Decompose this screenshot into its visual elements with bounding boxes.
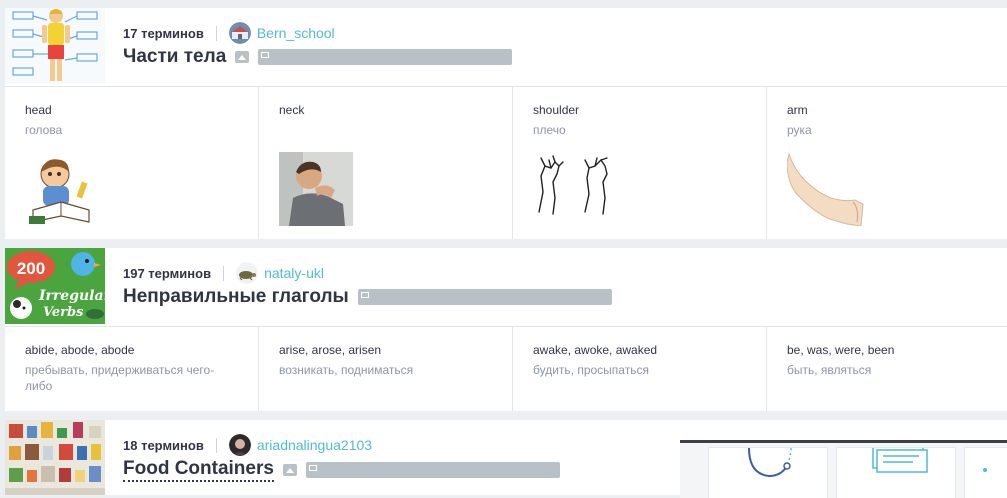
set-header: 200 Irregular Verbs 197 терминов nataly-… xyxy=(5,248,1007,327)
set-title[interactable]: Food Containers xyxy=(123,458,274,482)
shoulder-sketch xyxy=(538,155,608,215)
card-term: neck xyxy=(279,103,305,117)
set-title-row: Неправильные глаголы xyxy=(123,286,612,308)
diagram-icon xyxy=(258,49,513,65)
term-card[interactable]: neck xyxy=(259,87,513,239)
card-term: shoulder xyxy=(533,103,580,117)
diagram-icon xyxy=(305,462,560,478)
set-header: 17 терминов Bern_school Части тела xyxy=(5,8,1007,87)
card-term: be, was, were, been xyxy=(787,343,895,357)
image-icon xyxy=(235,51,250,63)
term-card[interactable]: abide, abode, abode пребывать, придержив… xyxy=(5,327,259,411)
term-card[interactable]: arise, arose, arisen возникать, поднимат… xyxy=(259,327,513,411)
author-avatar[interactable] xyxy=(228,434,251,456)
card-definition xyxy=(279,122,492,138)
term-card[interactable]: be, was, were, been быть, являться xyxy=(767,327,1007,411)
boy-reading-illustration xyxy=(29,159,90,224)
set-meta: 17 терминов Bern_school xyxy=(123,22,335,44)
set-thumbnail[interactable] xyxy=(5,8,105,84)
thumb-number: 200 xyxy=(17,259,45,278)
set-thumbnail[interactable] xyxy=(5,420,105,495)
term-card[interactable]: awake, awoke, awaked будить, просыпаться xyxy=(513,327,767,411)
card-definition: пребывать, придерживаться чего-либо xyxy=(25,363,215,393)
card-definition: рука xyxy=(787,123,812,137)
dot-icon xyxy=(983,468,987,472)
set-title[interactable]: Неправильные глаголы xyxy=(123,286,349,308)
card-image xyxy=(279,152,492,231)
food-containers-cover-image xyxy=(5,420,105,495)
card-image xyxy=(786,152,1001,231)
card-term: arise, arose, arisen xyxy=(279,343,382,357)
card-definition: возникать, подниматься xyxy=(279,363,414,377)
set-meta: 18 терминов ariadnalingua2103 xyxy=(123,434,372,456)
image-icon xyxy=(282,464,297,476)
cards-stack-icon xyxy=(872,445,928,473)
term-card[interactable]: shoulder плечо xyxy=(513,87,767,239)
term-count: 18 терминов xyxy=(123,437,204,453)
study-set-card[interactable]: 200 Irregular Verbs 197 терминов nataly-… xyxy=(5,248,1007,411)
panel-tile[interactable] xyxy=(708,447,828,498)
card-term: awake, awoke, awaked xyxy=(533,343,658,357)
card-term: head xyxy=(25,103,52,117)
irregular-verbs-cover-image: 200 Irregular Verbs xyxy=(5,248,105,324)
study-set-card[interactable]: 17 терминов Bern_school Части тела head … xyxy=(5,8,1007,239)
panel-tile[interactable] xyxy=(836,445,956,498)
author-link[interactable]: Bern_school xyxy=(257,25,335,41)
overlay-panel xyxy=(680,440,1007,498)
set-title-row: Части тела xyxy=(123,46,513,68)
author-avatar[interactable] xyxy=(236,262,259,284)
card-preview-row: head голова neck shoulder плечо arm рука xyxy=(5,87,1007,239)
thumb-line2: Verbs xyxy=(43,305,84,320)
author-avatar[interactable] xyxy=(228,22,251,44)
body-parts-diagram-image xyxy=(5,8,105,84)
term-card[interactable]: head голова xyxy=(5,87,259,239)
thumb-line1: Irregular xyxy=(38,288,105,304)
card-definition: голова xyxy=(25,123,63,137)
term-card[interactable]: arm рука xyxy=(767,87,1007,239)
card-term: arm xyxy=(787,103,808,117)
meta-divider xyxy=(215,437,217,453)
diagram-icon xyxy=(357,289,612,305)
card-definition: будить, просыпаться xyxy=(533,363,649,377)
set-thumbnail[interactable]: 200 Irregular Verbs xyxy=(5,248,105,324)
man-holding-neck-photo xyxy=(279,152,353,226)
turtle-avatar-icon xyxy=(236,262,259,284)
card-preview-row: abide, abode, abode пребывать, придержив… xyxy=(5,327,1007,411)
panel-tile[interactable] xyxy=(964,447,1007,498)
card-definition: плечо xyxy=(533,123,566,137)
set-title[interactable]: Части тела xyxy=(123,46,226,68)
set-title-row: Food Containers xyxy=(123,458,560,482)
set-meta: 197 терминов nataly-ukl xyxy=(123,262,324,284)
card-image xyxy=(25,152,238,233)
user-photo-avatar-icon xyxy=(228,434,251,456)
school-avatar-icon xyxy=(228,22,251,44)
meta-divider xyxy=(215,25,217,41)
arm-photo xyxy=(786,152,865,227)
meta-divider xyxy=(223,265,225,281)
card-term: abide, abode, abode xyxy=(25,343,135,357)
author-link[interactable]: ariadnalingua2103 xyxy=(257,437,372,453)
term-count: 17 терминов xyxy=(123,25,204,41)
card-image xyxy=(533,152,746,227)
progress-ring-icon xyxy=(748,447,792,478)
author-link[interactable]: nataly-ukl xyxy=(264,265,324,281)
card-definition: быть, являться xyxy=(787,363,872,377)
term-count: 197 терминов xyxy=(123,265,212,281)
